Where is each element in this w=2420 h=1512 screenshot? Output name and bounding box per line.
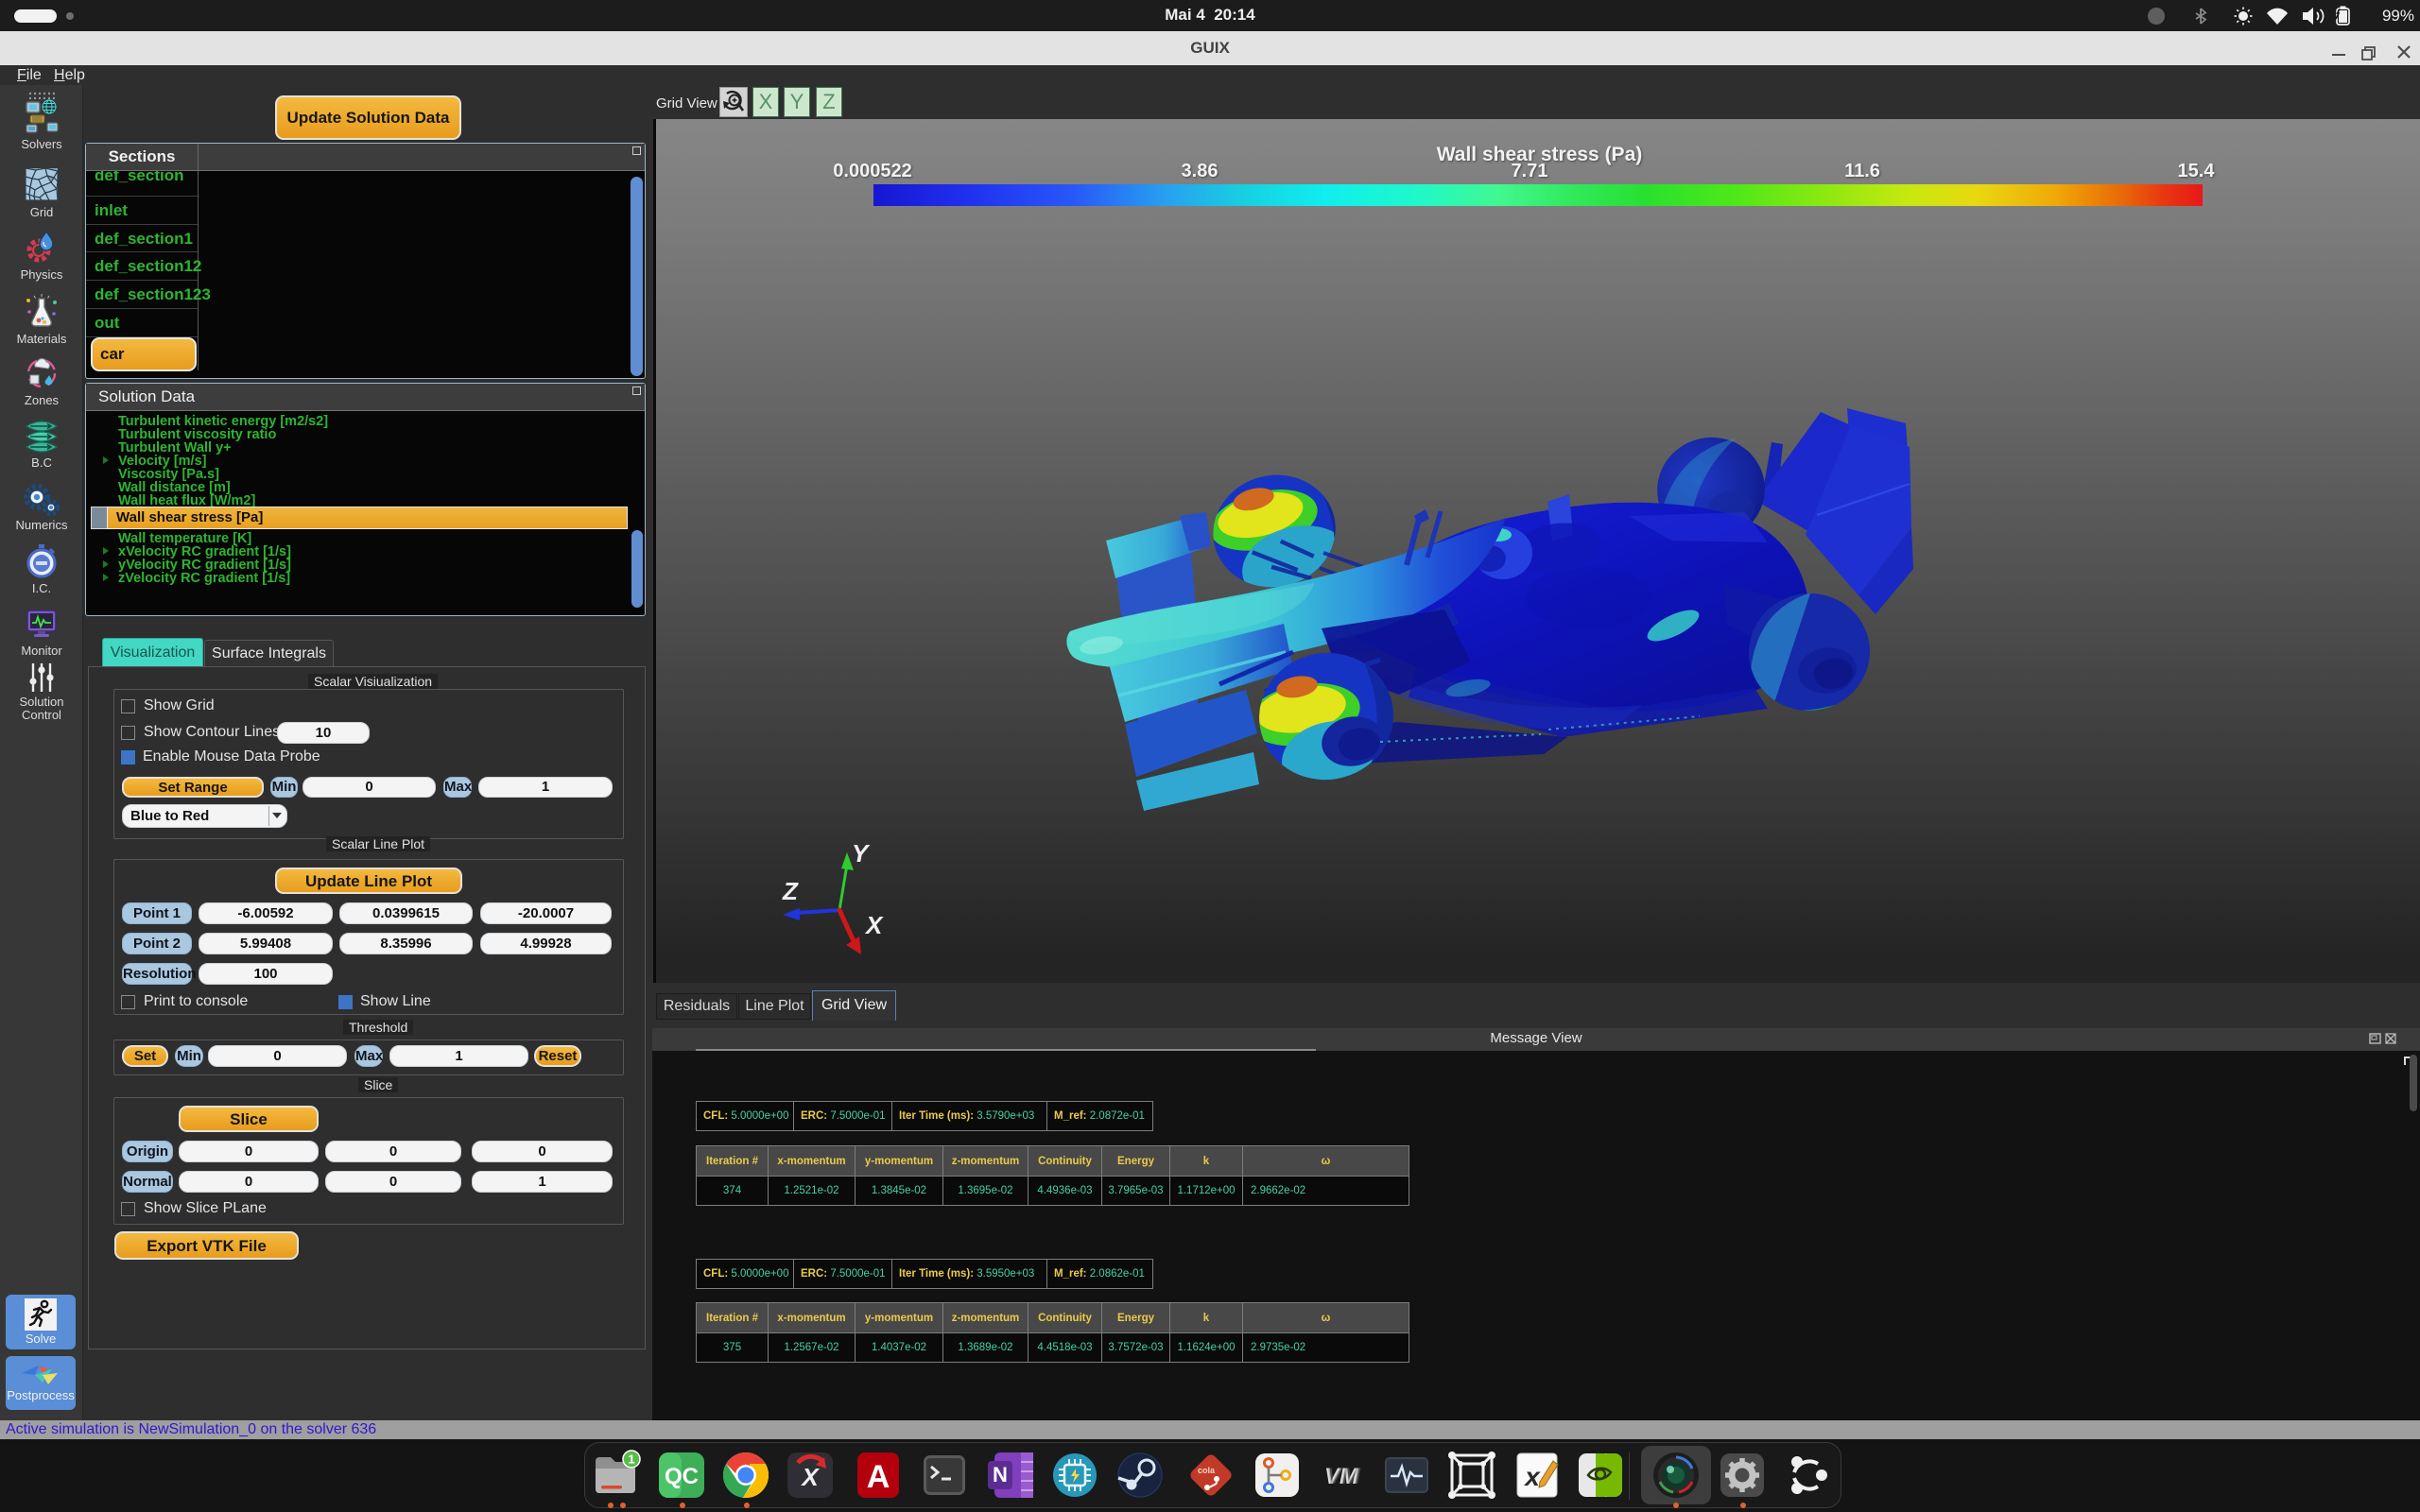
svg-text:cola: cola xyxy=(1198,1466,1216,1475)
svg-text:X: X xyxy=(864,911,884,939)
svg-text:1: 1 xyxy=(628,1452,634,1467)
svg-text:x: x xyxy=(1523,1462,1541,1491)
svg-text:Y: Y xyxy=(852,839,871,868)
svg-text:X: X xyxy=(800,1463,820,1491)
svg-text:Z: Z xyxy=(782,877,799,905)
svg-text:VM: VM xyxy=(1326,1464,1361,1489)
svg-text:QC: QC xyxy=(665,1464,699,1489)
svg-text:A: A xyxy=(867,1459,890,1495)
svg-text:N: N xyxy=(993,1463,1008,1486)
